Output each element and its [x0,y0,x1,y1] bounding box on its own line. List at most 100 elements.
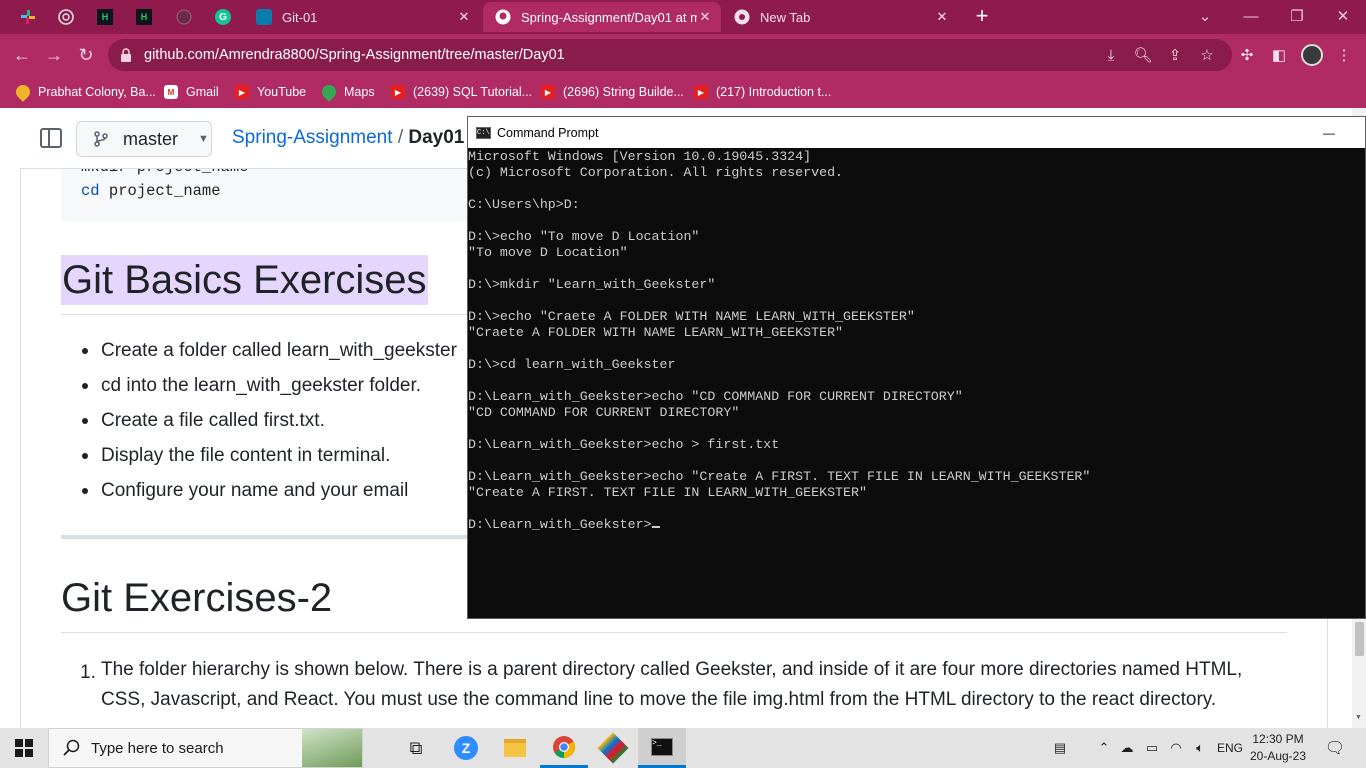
bookmark-youtube[interactable]: ▶ YouTube [235,82,306,102]
new-tab-button[interactable]: + [970,5,994,29]
heading-git-basics-exercises: Git Basics Exercises [61,255,428,305]
maps-pin-icon [13,82,33,102]
bookmark-sql-tutorial[interactable]: ▶ (2639) SQL Tutorial... [391,82,532,102]
install-app-button[interactable]: ⤓ [1096,40,1126,70]
chrome-taskbar-button[interactable] [540,728,588,768]
bookmark-gmail[interactable]: M Gmail [164,82,219,102]
battery-icon: ▭ [1145,740,1159,755]
search-icon [63,739,80,756]
bookmark-string-builder[interactable]: ▶ (2696) String Builde... [541,82,684,102]
tab-spring-assignment[interactable]: Spring-Assignment/Day01 at ma ✕ [483,2,721,32]
grammarly-pinned-tab[interactable]: G [207,4,239,30]
cmd-app-icon: C:\ [476,126,491,139]
close-window-button[interactable]: ✕ [1320,0,1366,32]
scroll-down-arrow-icon[interactable]: ▼ [1355,714,1362,721]
close-icon[interactable]: ✕ [697,9,713,25]
zoom-app-icon: Z [454,736,478,760]
workspace-icon [256,9,272,25]
side-panel-button[interactable]: ◧ [1264,40,1294,70]
sidebar-toggle-icon[interactable] [40,128,62,148]
back-button[interactable]: ← [7,40,37,70]
cmd-cursor [651,526,660,528]
show-hidden-icons[interactable]: ⌃ [1094,728,1114,768]
breadcrumb-current: Day01 [408,127,465,148]
minimize-button[interactable]: — [1228,0,1274,32]
list-item: Create a file called first.txt. [101,410,325,431]
bookmark-label: (217) Introduction t... [716,85,832,99]
restore-button[interactable]: ❐ [1274,0,1320,32]
tab-search-button[interactable]: ⌄ [1182,0,1228,32]
forward-button[interactable]: → [39,40,69,70]
task-view-button[interactable]: ⧉ [392,728,440,768]
network-tray[interactable]: ◠ [1166,728,1186,768]
cmd-output[interactable]: Microsoft Windows [Version 10.0.19045.33… [468,148,1365,618]
code-keyword: cd [81,182,100,200]
taskbar-search-box[interactable]: Type here to search [48,728,363,768]
volume-tray[interactable]: 🔈︎ [1189,728,1211,768]
cmd-line: C:\Users\hp>D: [468,197,580,212]
list-bullet [82,383,88,389]
scrollbar-thumb[interactable] [1355,622,1364,656]
chatgpt-pinned-tab[interactable] [50,4,82,30]
breadcrumb-repo-link[interactable]: Spring-Assignment [232,127,393,148]
install-icon: ⤓ [1107,46,1115,64]
zoom-button[interactable]: 🔍︎ [1128,40,1158,70]
chevron-down-icon: ⌄ [1198,8,1212,25]
share-icon: ⇪ [1168,47,1182,64]
caret-down-icon: ▼ [198,133,209,145]
photos-app-button[interactable] [589,728,637,768]
language-indicator[interactable]: ENG [1214,728,1246,768]
cmd-prompt-line: D:\Learn_with_Geekster> [468,517,1365,533]
hackerrank-icon: H [136,9,152,25]
cmd-line [468,341,1365,357]
close-icon[interactable]: ✕ [934,9,950,25]
bookmark-label: Prabhat Colony, Ba... [38,85,156,99]
notifications-button[interactable]: 🗨︎ [1320,728,1350,768]
close-icon[interactable]: ✕ [456,9,472,25]
bookmark-introduction[interactable]: ▶ (217) Introduction t... [694,82,831,102]
bookmark-maps[interactable]: Maps [319,82,375,102]
cmd-taskbar-button[interactable]: >_ [638,728,686,768]
file-explorer-button[interactable] [491,728,539,768]
extensions-button[interactable]: ✣ [1232,40,1262,70]
share-button[interactable]: ⇪ [1160,40,1190,70]
start-button[interactable] [0,728,48,768]
tab-git-01[interactable]: Git-01 ✕ [244,2,480,32]
address-bar[interactable]: github.com/Amrendra8800/Spring-Assignmen… [108,39,1232,71]
battery-tray[interactable]: ▭ [1141,728,1163,768]
cmd-minimize-button[interactable]: — [1323,126,1335,140]
onedrive-tray[interactable]: ☁ [1117,728,1137,768]
cmd-title-bar[interactable]: C:\ Command Prompt — [468,117,1365,148]
command-prompt-window[interactable]: C:\ Command Prompt — Microsoft Windows [… [467,116,1366,619]
branch-selector[interactable]: master ▼ [76,121,212,157]
ordered-list-number: 1. [80,662,96,683]
slack-pinned-tab[interactable] [12,4,44,30]
cmd-line [468,501,1365,517]
hackerrank-pinned-tab-2[interactable]: H [128,4,160,30]
menu-button[interactable]: ⋮ [1329,40,1359,70]
hackerrank-icon: H [97,9,113,25]
cmd-line: "Craete A FOLDER WITH NAME LEARN_WITH_GE… [468,325,844,340]
cmd-line [468,373,1365,389]
clock[interactable]: 12:30 PM 20-Aug-23 [1248,731,1308,765]
tab-title: Spring-Assignment/Day01 at ma [521,9,697,25]
hackerrank-pinned-tab[interactable]: H [89,4,121,30]
cmd-icon: >_ [651,737,673,756]
gmail-icon: M [164,85,178,99]
reload-button[interactable]: ↻ [71,40,101,70]
github-pinned-tab[interactable] [168,4,200,30]
profile-button[interactable] [1297,40,1327,70]
git-branch-icon [94,131,108,147]
bookmark-label: (2696) String Builde... [563,85,684,99]
restore-icon: ❐ [1290,8,1304,25]
news-widget-button[interactable]: ▤ [1044,728,1076,768]
bookmark-star-button[interactable]: ☆ [1192,40,1222,70]
cmd-line: D:\>mkdir "Learn_with_Geekster" [468,277,716,292]
tab-new-tab[interactable]: New Tab ✕ [722,2,958,32]
list-bullet [82,488,88,494]
cmd-line: (c) Microsoft Corporation. All rights re… [468,165,844,180]
news-icon: ▤ [1053,740,1067,755]
zoom-app-button[interactable]: Z [442,728,490,768]
browser-toolbar: ← → ↻ github.com/Amrendra8800/Spring-Ass… [0,34,1366,76]
bookmark-prabhat-colony[interactable]: Prabhat Colony, Ba... [13,82,156,102]
